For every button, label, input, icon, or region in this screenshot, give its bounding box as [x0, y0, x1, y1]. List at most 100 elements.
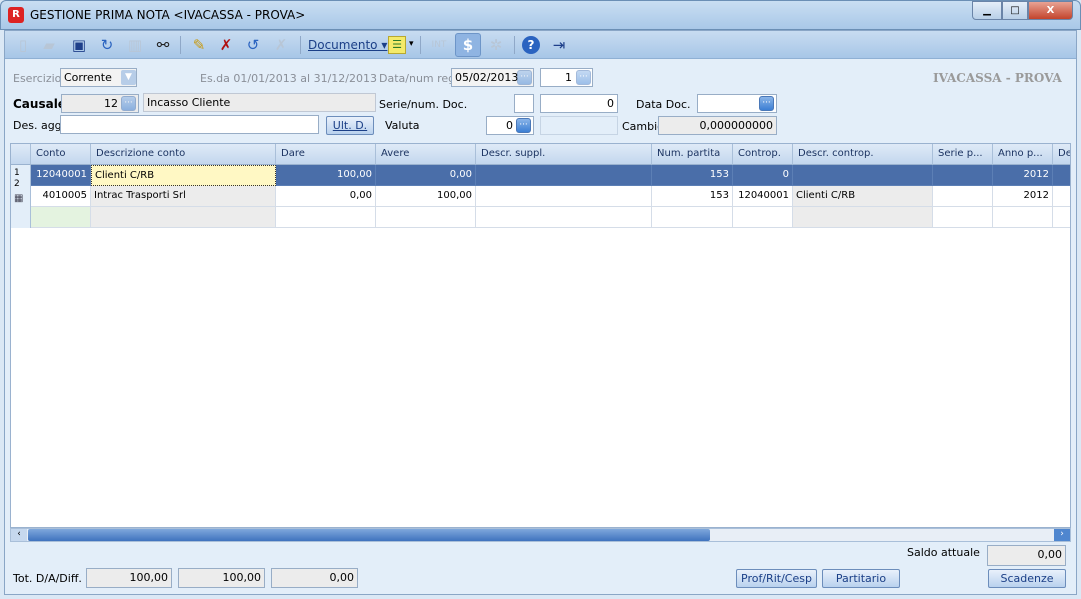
- column-header[interactable]: Num. partita: [652, 144, 733, 165]
- grid-cell[interactable]: [652, 207, 733, 228]
- int-icon[interactable]: INT: [428, 35, 450, 55]
- grid-cell[interactable]: 0: [733, 165, 793, 186]
- currency-icon[interactable]: $: [455, 33, 481, 57]
- minimize-button[interactable]: ▁: [972, 1, 1002, 20]
- grid-cell[interactable]: [91, 207, 276, 228]
- grid-cell[interactable]: 100,00: [276, 165, 376, 186]
- grid-cell[interactable]: [793, 165, 933, 186]
- scroll-left-icon[interactable]: ‹: [11, 529, 27, 541]
- data-doc-label: Data Doc.: [636, 98, 691, 111]
- maximize-button[interactable]: □: [1002, 1, 1028, 20]
- edit-line-icon[interactable]: ✎: [188, 35, 210, 55]
- grid-cell[interactable]: 2012: [993, 186, 1053, 207]
- valuta-picker-button[interactable]: ···: [516, 118, 531, 133]
- cancel-line-icon[interactable]: ✗: [270, 35, 292, 55]
- exit-icon[interactable]: ⇥: [548, 35, 570, 55]
- toolbar-separator: [300, 36, 301, 54]
- column-header[interactable]: Dare: [276, 144, 376, 165]
- grid-cell[interactable]: 0,00: [376, 165, 476, 186]
- close-button[interactable]: X: [1028, 1, 1073, 20]
- num-doc-field[interactable]: 0: [540, 94, 618, 113]
- grid-cell[interactable]: 153: [652, 186, 733, 207]
- new-document-icon[interactable]: ▯: [12, 35, 34, 55]
- prof-rit-cesp-button[interactable]: Prof/Rit/Cesp: [736, 569, 817, 588]
- horizontal-scrollbar[interactable]: ‹ ›: [10, 528, 1071, 542]
- column-header[interactable]: Controp.: [733, 144, 793, 165]
- help-icon[interactable]: ?: [522, 36, 540, 54]
- data-doc-picker-button[interactable]: ···: [759, 96, 774, 111]
- grid-cell[interactable]: Intrac Trasporti Srl: [91, 186, 276, 207]
- des-agg-field[interactable]: [60, 115, 319, 134]
- causale-label: Causale: [13, 97, 66, 111]
- scroll-right-icon[interactable]: ›: [1054, 529, 1070, 541]
- toolbar-separator: [514, 36, 515, 54]
- partitario-button[interactable]: Partitario: [822, 569, 900, 588]
- column-header[interactable]: Anno p...: [993, 144, 1053, 165]
- column-header[interactable]: Descrizione conto: [91, 144, 276, 165]
- chevron-down-icon[interactable]: ▾: [409, 39, 414, 49]
- documento-label: Documento: [308, 38, 378, 52]
- grid-cell[interactable]: 100,00: [376, 186, 476, 207]
- compass-icon[interactable]: ✲: [485, 35, 507, 55]
- grid-cell[interactable]: [733, 207, 793, 228]
- grid-cell[interactable]: [476, 186, 652, 207]
- column-header[interactable]: De: [1053, 144, 1070, 165]
- journal-grid[interactable]: Conto Descrizione conto Dare Avere Descr. su…: [10, 143, 1071, 528]
- column-header[interactable]: Descr. suppl.: [476, 144, 652, 165]
- esercizio-value: Corrente: [64, 71, 112, 84]
- grid-cell[interactable]: [476, 207, 652, 228]
- grid-cell[interactable]: 0,00: [276, 186, 376, 207]
- scadenze-button[interactable]: Scadenze: [988, 569, 1066, 588]
- num-reg-picker-button[interactable]: ···: [576, 70, 591, 85]
- grid-cell[interactable]: [933, 186, 993, 207]
- tot-avere-field: 100,00: [178, 568, 265, 588]
- grid-cell[interactable]: [1053, 186, 1070, 207]
- column-header[interactable]: Conto: [31, 144, 91, 165]
- delete-icon[interactable]: ▥: [124, 35, 146, 55]
- delete-line-icon[interactable]: ✗: [215, 35, 237, 55]
- save-icon[interactable]: ▣: [68, 35, 90, 55]
- row-number: 2: [14, 179, 20, 189]
- column-header[interactable]: Avere: [376, 144, 476, 165]
- row-number: 1: [14, 168, 20, 178]
- grid-cell[interactable]: 2012: [993, 165, 1053, 186]
- scrollbar-thumb[interactable]: [28, 529, 710, 541]
- data-reg-picker-button[interactable]: ···: [517, 70, 532, 85]
- list-options-icon[interactable]: ☰: [388, 36, 406, 54]
- grid-cell[interactable]: [933, 165, 993, 186]
- grid-cell[interactable]: 12040001: [31, 165, 91, 186]
- grid-cell[interactable]: [1053, 207, 1070, 228]
- ult-d-button[interactable]: Ult. D.: [326, 116, 374, 135]
- causale-desc-field: Incasso Cliente: [143, 93, 376, 112]
- grid-cell[interactable]: Clienti C/RB: [793, 186, 933, 207]
- grid-cell[interactable]: [993, 207, 1053, 228]
- grid-cell[interactable]: [276, 207, 376, 228]
- documento-menu[interactable]: Documento ▾: [308, 38, 387, 52]
- column-header[interactable]: Descr. controp.: [793, 144, 933, 165]
- grid-cell[interactable]: [31, 207, 91, 228]
- grid-cell[interactable]: [476, 165, 652, 186]
- saldo-label: Saldo attuale: [907, 546, 980, 559]
- grid-cell[interactable]: [933, 207, 993, 228]
- tot-diff-field: 0,00: [271, 568, 358, 588]
- undo-line-icon[interactable]: ↺: [242, 35, 264, 55]
- cambio-field[interactable]: 0,000000000: [658, 116, 777, 135]
- column-header[interactable]: Serie p...: [933, 144, 993, 165]
- esercizio-range: Es.da 01/01/2013 al 31/12/2013: [200, 72, 377, 85]
- row-header: 1 2 ▦: [11, 165, 31, 228]
- grid-cell[interactable]: 4010005: [31, 186, 91, 207]
- open-folder-icon[interactable]: ▰: [38, 35, 60, 55]
- undo-icon[interactable]: ↻: [96, 35, 118, 55]
- grid-cell[interactable]: [376, 207, 476, 228]
- grid-cell[interactable]: 12040001: [733, 186, 793, 207]
- binoculars-icon[interactable]: ⚯: [152, 35, 174, 55]
- causale-picker-button[interactable]: ···: [121, 96, 136, 111]
- company-label: IVACASSA - PROVA: [933, 71, 1062, 85]
- grid-cell[interactable]: [1053, 165, 1070, 186]
- chevron-down-icon[interactable]: ▼: [121, 70, 136, 85]
- grid-cell[interactable]: 153: [652, 165, 733, 186]
- grid-cell[interactable]: Clienti C/RB: [91, 165, 276, 186]
- row-indicator-icon: ▦: [14, 193, 24, 204]
- grid-cell[interactable]: [793, 207, 933, 228]
- serie-doc-field[interactable]: [514, 94, 534, 113]
